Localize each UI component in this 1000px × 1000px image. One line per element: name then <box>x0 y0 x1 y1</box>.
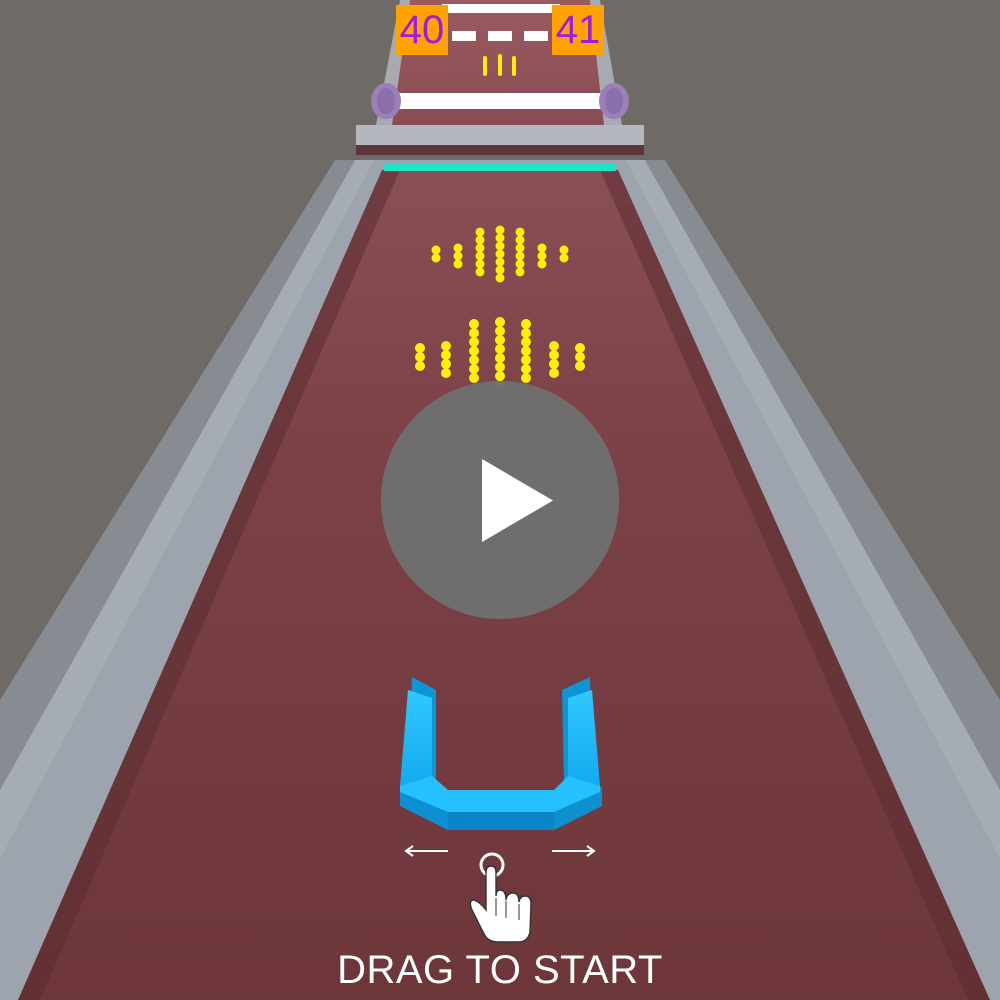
yellow-ball <box>475 251 485 261</box>
yellow-ball <box>441 350 451 360</box>
yellow-ball <box>495 233 505 243</box>
hand-pointer-icon <box>469 852 532 943</box>
yellow-ball <box>453 243 463 253</box>
yellow-ball <box>495 241 505 251</box>
yellow-ball <box>559 253 569 263</box>
arrow-left-icon <box>404 845 448 857</box>
yellow-ball <box>475 243 485 253</box>
finish-line <box>384 163 616 171</box>
current-level-badge: 40 <box>396 5 448 55</box>
yellow-ball <box>431 245 441 255</box>
yellow-ball <box>495 326 505 336</box>
yellow-ball <box>469 337 479 347</box>
yellow-ball <box>521 328 531 338</box>
yellow-ball <box>453 251 463 261</box>
yellow-ball <box>469 328 479 338</box>
yellow-ball <box>495 225 505 235</box>
yellow-ball <box>549 350 559 360</box>
yellow-ball <box>559 245 569 255</box>
yellow-ball <box>521 364 531 374</box>
yellow-ball <box>515 259 525 269</box>
arrow-right-icon <box>552 845 596 857</box>
yellow-ball <box>495 344 505 354</box>
yellow-ball <box>495 353 505 363</box>
yellow-ball <box>515 235 525 245</box>
yellow-ball <box>469 319 479 329</box>
yellow-ball <box>469 346 479 356</box>
yellow-ball <box>575 361 585 371</box>
yellow-ball <box>537 259 547 269</box>
drag-hint <box>404 845 596 943</box>
play-icon <box>482 459 553 542</box>
yellow-ball <box>475 235 485 245</box>
yellow-ball <box>415 343 425 353</box>
yellow-ball <box>475 259 485 269</box>
yellow-ball <box>537 251 547 261</box>
yellow-ball <box>549 341 559 351</box>
yellow-ball <box>441 341 451 351</box>
drag-to-start-label: DRAG TO START <box>337 948 663 992</box>
yellow-ball <box>575 343 585 353</box>
yellow-ball <box>495 249 505 259</box>
yellow-ball <box>441 359 451 369</box>
yellow-ball <box>495 257 505 267</box>
next-level-badge: 41 <box>552 5 604 55</box>
yellow-ball <box>495 362 505 372</box>
yellow-ball <box>495 335 505 345</box>
yellow-ball <box>495 273 505 283</box>
yellow-ball <box>441 368 451 378</box>
yellow-ball <box>415 361 425 371</box>
yellow-ball <box>515 251 525 261</box>
yellow-ball <box>515 227 525 237</box>
yellow-ball <box>475 227 485 237</box>
yellow-ball <box>515 243 525 253</box>
yellow-ball <box>453 259 463 269</box>
yellow-ball <box>469 355 479 365</box>
yellow-ball <box>431 253 441 263</box>
yellow-ball <box>521 337 531 347</box>
yellow-ball <box>549 359 559 369</box>
yellow-ball <box>537 243 547 253</box>
yellow-ball <box>495 371 505 381</box>
yellow-ball <box>521 319 531 329</box>
play-button[interactable] <box>381 381 619 619</box>
yellow-ball <box>495 317 505 327</box>
yellow-ball <box>469 364 479 374</box>
yellow-ball <box>575 352 585 362</box>
yellow-ball <box>549 368 559 378</box>
yellow-ball <box>415 352 425 362</box>
yellow-ball <box>521 346 531 356</box>
yellow-ball <box>495 265 505 275</box>
yellow-ball <box>515 267 525 277</box>
yellow-ball <box>475 267 485 277</box>
yellow-ball <box>521 355 531 365</box>
